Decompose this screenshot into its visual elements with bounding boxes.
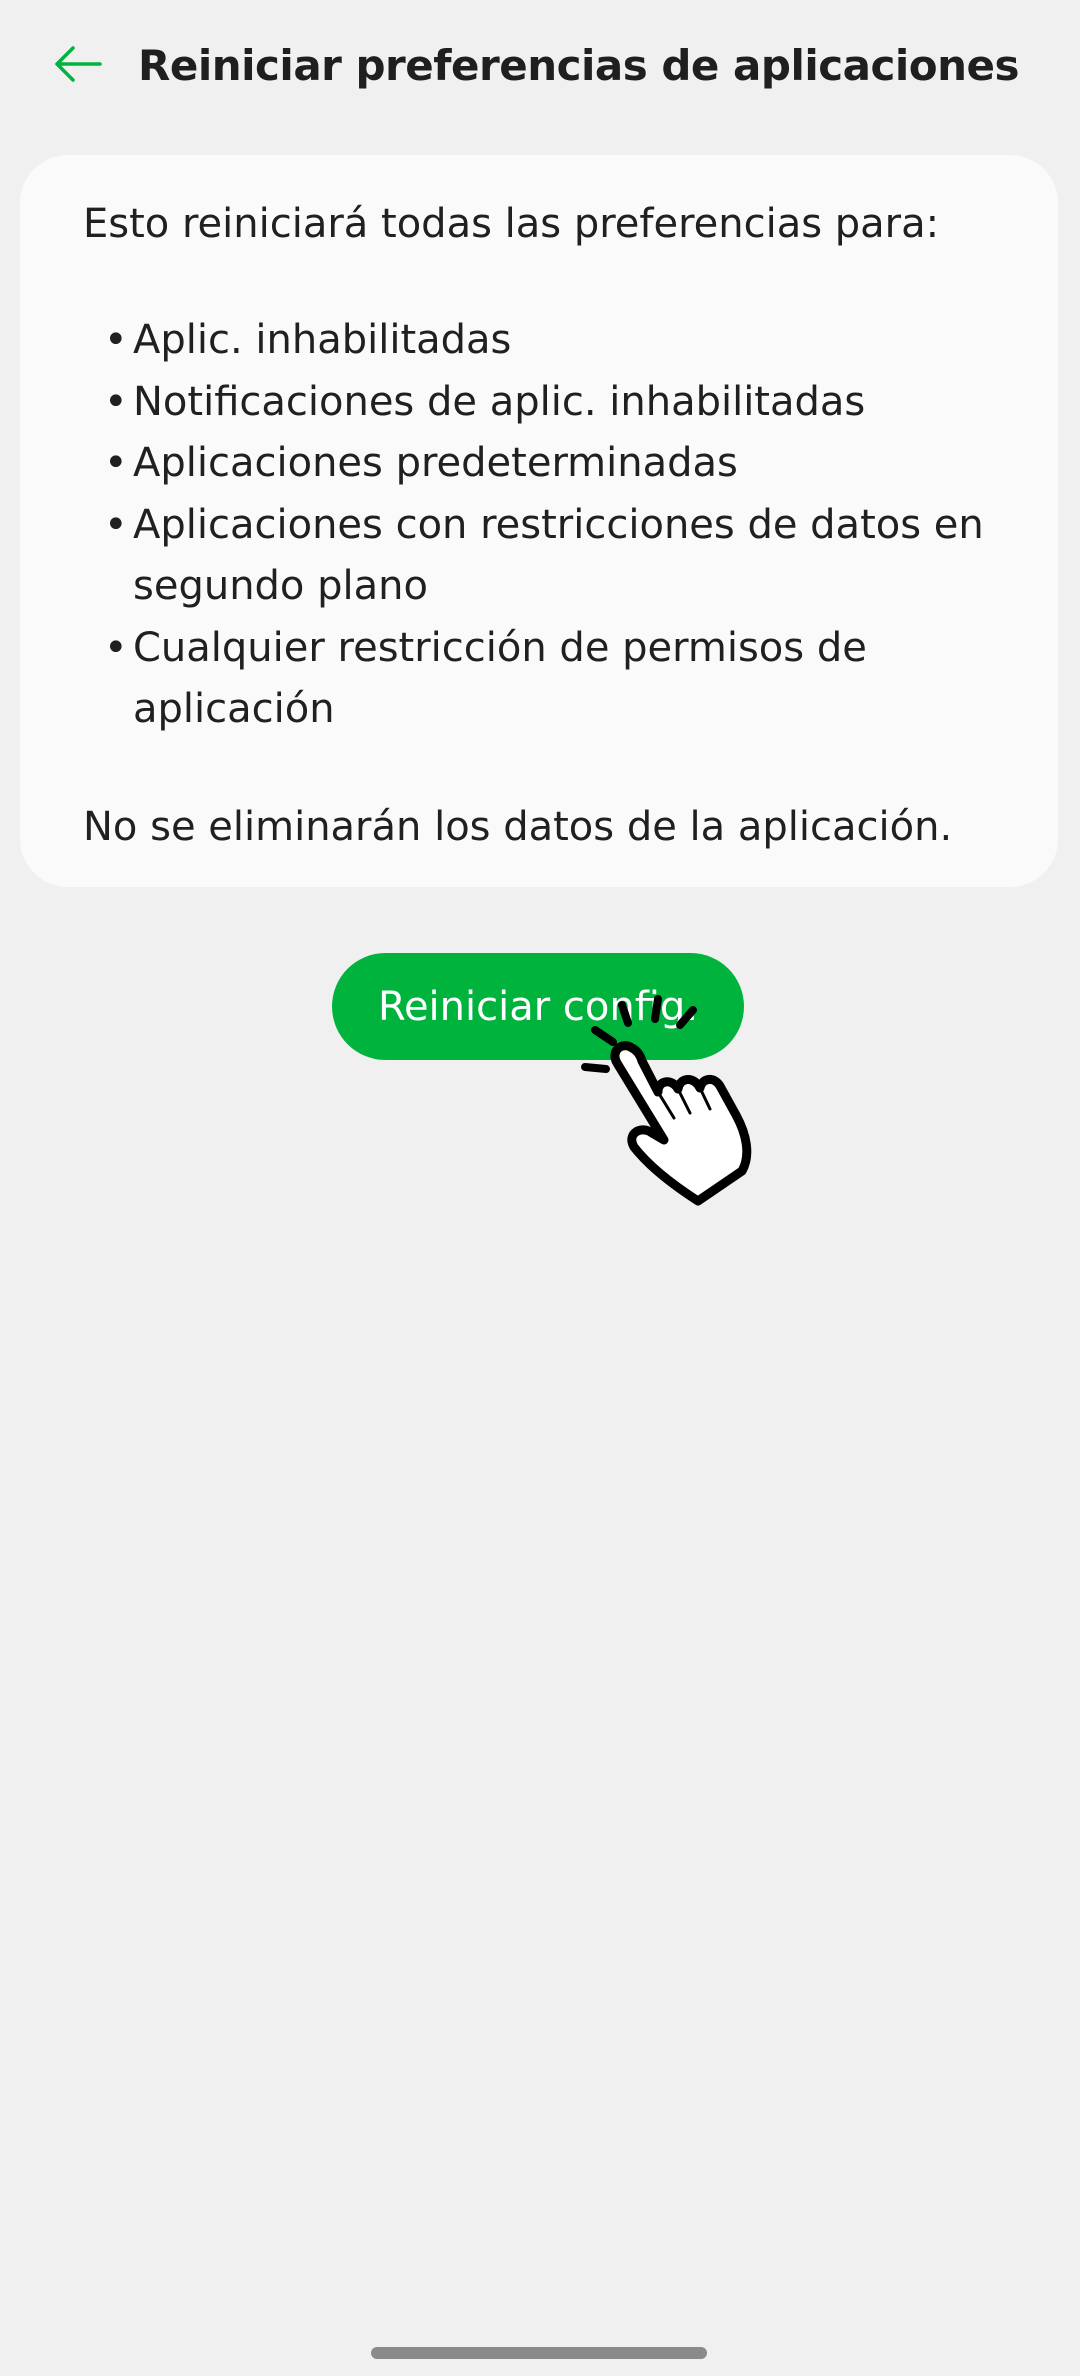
page-title: Reiniciar preferencias de aplicaciones [138, 41, 1020, 90]
card-intro-text: Esto reiniciará todas las preferencias p… [83, 201, 940, 247]
home-indicator[interactable] [371, 2347, 707, 2359]
app-bar: Reiniciar preferencias de aplicaciones [0, 0, 1080, 130]
list-item: • Cualquier restricción de permisos de a… [83, 618, 1000, 741]
bullet: • [104, 378, 128, 425]
bullet: • [104, 501, 128, 548]
list-item-text: Cualquier restricción de permisos de apl… [133, 624, 867, 733]
list-item-text: Aplicaciones predeterminadas [133, 440, 738, 486]
list-item: • Aplic. inhabilitadas [83, 310, 1000, 372]
bullet: • [104, 624, 128, 671]
pointing-hand-tap-icon [581, 995, 752, 1206]
back-button[interactable] [42, 24, 114, 104]
bullet: • [104, 440, 128, 486]
card-footer-text: No se eliminarán los datos de la aplicac… [83, 803, 953, 850]
list-item-text: Aplic. inhabilitadas [133, 317, 512, 363]
list-item: • Aplicaciones con restricciones de dato… [83, 495, 1000, 618]
list-item-text: Notificaciones de aplic. inhabilitadas [133, 378, 866, 425]
list-item: • Aplicaciones predeterminadas [83, 433, 1000, 495]
info-card: Esto reiniciará todas las preferencias p… [20, 155, 1058, 887]
list-item: • Notificaciones de aplic. inhabilitadas [83, 372, 1000, 434]
reset-items-list: • Aplic. inhabilitadas • Notificaciones … [83, 310, 1000, 741]
arrow-left-icon [55, 46, 102, 82]
bullet: • [104, 317, 128, 363]
list-item-text: Aplicaciones con restricciones de datos … [133, 501, 984, 610]
